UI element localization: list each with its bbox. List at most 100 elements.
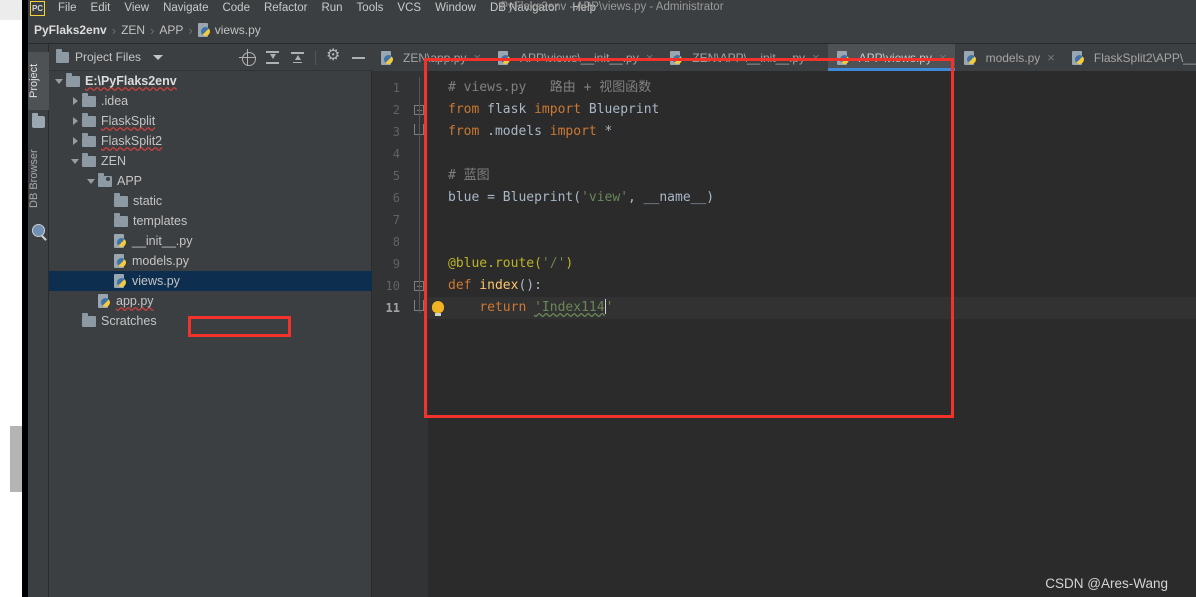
tree-row[interactable]: ZEN	[49, 151, 372, 171]
project-tool-window: Project Files E:\PyFlaks2env .idea FlaskSp…	[49, 44, 372, 597]
menu-item-edit[interactable]: Edit	[84, 0, 118, 17]
menu-item-view[interactable]: View	[117, 0, 156, 17]
close-icon[interactable]: ×	[1047, 51, 1055, 64]
expand-all-icon[interactable]	[265, 50, 280, 65]
code-line[interactable]: @blue.route('/')	[428, 253, 1196, 275]
code-editor[interactable]: 1 2 3 4 5 6 7 8 9 10 11 # views.py 路由 + 视图函数 from f…	[372, 71, 1196, 597]
tree-row[interactable]: .idea	[49, 91, 372, 111]
menu-item-vcs[interactable]: VCS	[390, 0, 428, 17]
tree-row[interactable]: views.py	[49, 271, 372, 291]
tree-row[interactable]: __init__.py	[49, 231, 372, 251]
breadcrumb-item-project[interactable]: PyFlaks2env	[34, 23, 107, 37]
close-icon[interactable]: ×	[646, 51, 654, 64]
gutter-line-number: 2	[392, 103, 400, 117]
code-token: def	[448, 278, 472, 293]
editor-tab-label: ZEN\APP\__init__.py	[692, 50, 806, 65]
tree-row[interactable]: app.py	[49, 291, 372, 311]
code-line[interactable]: def index():	[428, 275, 1196, 297]
gutter-line-number: 4	[392, 147, 400, 161]
gutter-line-number: 7	[392, 213, 400, 227]
code-token: '	[605, 300, 614, 315]
tree-twisty-spacer	[101, 251, 114, 271]
breadcrumb-item-app[interactable]: APP	[159, 23, 183, 37]
tree-twisty-down-icon[interactable]	[85, 171, 98, 191]
code-token: '/'	[541, 256, 566, 271]
code-line[interactable]	[428, 209, 1196, 231]
code-line[interactable]: return 'Index114'	[428, 297, 1196, 319]
code-line[interactable]	[428, 143, 1196, 165]
menu-item-file[interactable]: File	[51, 0, 84, 17]
menu-item-window[interactable]: Window	[428, 0, 483, 17]
breadcrumb-item-file[interactable]: views.py	[215, 23, 261, 37]
tree-row[interactable]: FlaskSplit2	[49, 131, 372, 151]
tree-twisty-spacer	[101, 231, 114, 251]
code-line[interactable]: # views.py 路由 + 视图函数	[428, 77, 1196, 99]
code-token: flask	[479, 102, 535, 117]
close-icon[interactable]: ×	[939, 51, 947, 64]
code-line[interactable]: from .models import *	[428, 121, 1196, 143]
editor-tab[interactable]: models.py ×	[954, 44, 1063, 71]
code-token: from	[448, 124, 480, 139]
tree-row[interactable]: APP	[49, 171, 372, 191]
editor-tab[interactable]: ZEN\app.py ×	[372, 44, 489, 71]
tree-row[interactable]: Scratches	[49, 311, 372, 331]
code-token: @blue.route(	[448, 256, 542, 271]
editor-tab[interactable]: ZEN\APP\__init__.py ×	[661, 44, 828, 71]
menu-item-navigate[interactable]: Navigate	[156, 0, 215, 17]
code-line[interactable]: # 蓝图	[428, 165, 1196, 187]
project-folder-icon	[32, 113, 45, 128]
editor-tab[interactable]: APP\views.py ×	[827, 44, 955, 71]
locate-icon[interactable]	[239, 49, 256, 66]
editor-tab-bar[interactable]: ZEN\app.py × APP\views\__init__.py × ZEN\APP…	[372, 44, 1196, 71]
breadcrumb-separator: ›	[150, 22, 155, 38]
tree-item-label: views.py	[132, 274, 180, 288]
menu-item-tools[interactable]: Tools	[350, 0, 391, 17]
code-line[interactable]: from flask import Blueprint	[428, 99, 1196, 121]
tree-twisty-right-icon[interactable]	[69, 131, 82, 151]
page-scrollbar-track[interactable]	[5, 20, 24, 597]
tree-row[interactable]: E:\PyFlaks2env	[49, 71, 372, 91]
editor-tab[interactable]: FlaskSplit2\APP\__in	[1062, 44, 1196, 71]
code-token: .models	[479, 124, 550, 139]
code-content[interactable]: # views.py 路由 + 视图函数 from flask import Bl…	[428, 71, 1196, 597]
tree-row[interactable]: static	[49, 191, 372, 211]
stripe-button-project[interactable]: Project	[28, 52, 49, 110]
close-icon[interactable]: ×	[812, 51, 820, 64]
menu-item-run[interactable]: Run	[314, 0, 349, 17]
tree-twisty-down-icon[interactable]	[53, 71, 66, 91]
intention-bulb-icon[interactable]	[432, 301, 444, 316]
code-token: Blueprint	[581, 102, 660, 117]
code-line[interactable]	[428, 231, 1196, 253]
python-file-icon	[114, 234, 127, 248]
python-package-icon	[98, 172, 112, 187]
tool-window-stripe-left: Project DB Browser	[28, 44, 49, 597]
editor-tab-label: APP\views\__init__.py	[519, 50, 639, 65]
tree-row[interactable]: templates	[49, 211, 372, 231]
code-line[interactable]: blue = Blueprint('view', __name__)	[428, 187, 1196, 209]
code-token: import	[549, 124, 597, 139]
menu-item-code[interactable]: Code	[215, 0, 257, 17]
tree-row[interactable]: FlaskSplit	[49, 111, 372, 131]
chevron-down-icon[interactable]	[153, 54, 164, 60]
folder-icon	[82, 132, 96, 147]
tree-item-label: ZEN	[101, 154, 126, 168]
gutter-line-number: 10	[385, 279, 400, 293]
python-file-icon	[98, 294, 111, 308]
settings-gear-icon[interactable]	[326, 47, 341, 65]
project-tree[interactable]: E:\PyFlaks2env .idea FlaskSplit FlaskSplit2…	[49, 71, 372, 597]
toolbar-divider	[315, 50, 316, 65]
tree-twisty-spacer	[101, 211, 114, 231]
tree-row[interactable]: models.py	[49, 251, 372, 271]
close-icon[interactable]: ×	[473, 51, 481, 64]
menu-item-refactor[interactable]: Refactor	[257, 0, 314, 17]
folder-icon	[114, 212, 128, 227]
hide-panel-icon[interactable]	[351, 50, 366, 65]
tree-twisty-right-icon[interactable]	[69, 91, 82, 111]
project-panel-header: Project Files	[49, 44, 372, 71]
tree-twisty-down-icon[interactable]	[69, 151, 82, 171]
collapse-all-icon[interactable]	[290, 50, 305, 65]
breadcrumb-item-zen[interactable]: ZEN	[121, 23, 145, 37]
tree-twisty-right-icon[interactable]	[69, 111, 82, 131]
editor-tab[interactable]: APP\views\__init__.py ×	[488, 44, 662, 71]
stripe-button-db-browser[interactable]: DB Browser	[28, 140, 49, 218]
